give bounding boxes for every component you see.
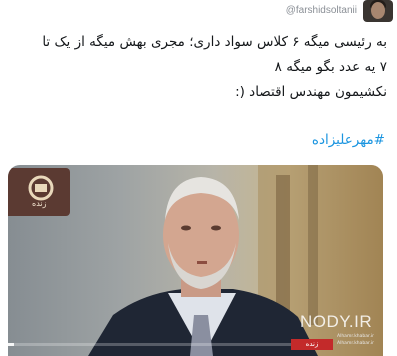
mouth <box>197 261 207 264</box>
video-progress-bar[interactable] <box>8 343 298 346</box>
hashtag-link[interactable]: #مهرعلیزاده <box>312 132 385 148</box>
video-caption-line-2: Alhamr.khabar.ir <box>337 341 374 346</box>
background-stripe <box>276 175 290 325</box>
tweet-header: @farshidsoltanii <box>0 0 397 26</box>
tweet-line-1: به رئیسی میگه ۶ کلاس سواد داری؛ مجری بهش… <box>42 34 387 50</box>
author-handle[interactable]: @farshidsoltanii <box>286 5 357 16</box>
video-progress-fill <box>8 343 14 346</box>
channel-logo-mark <box>28 175 54 201</box>
watermark-text: NODY.IR <box>300 312 373 331</box>
eye-right <box>211 225 221 231</box>
eye-left <box>181 225 191 231</box>
tweet-line-2: ۷ یه عدد بگو میگه ۸ <box>274 59 387 75</box>
tweet-line-3: نکشیمون مهندس اقتصاد (: <box>235 84 387 100</box>
channel-logo <box>8 168 70 216</box>
channel-name: زنده <box>32 199 47 208</box>
avatar-face <box>371 2 385 19</box>
video-caption: Alhamr.khabar.ir Alhamr.khabar.ir <box>337 333 395 347</box>
tweet-card: @farshidsoltanii به رئیسی میگه ۶ کلاس سو… <box>0 0 397 356</box>
video-caption-line-1: Alhamr.khabar.ir <box>337 334 374 339</box>
background-stripe <box>308 165 318 325</box>
author-avatar[interactable] <box>363 0 393 22</box>
tweet-text: به رئیسی میگه ۶ کلاس سواد داری؛ مجری بهش… <box>7 30 387 105</box>
live-badge: زنده <box>291 339 333 350</box>
